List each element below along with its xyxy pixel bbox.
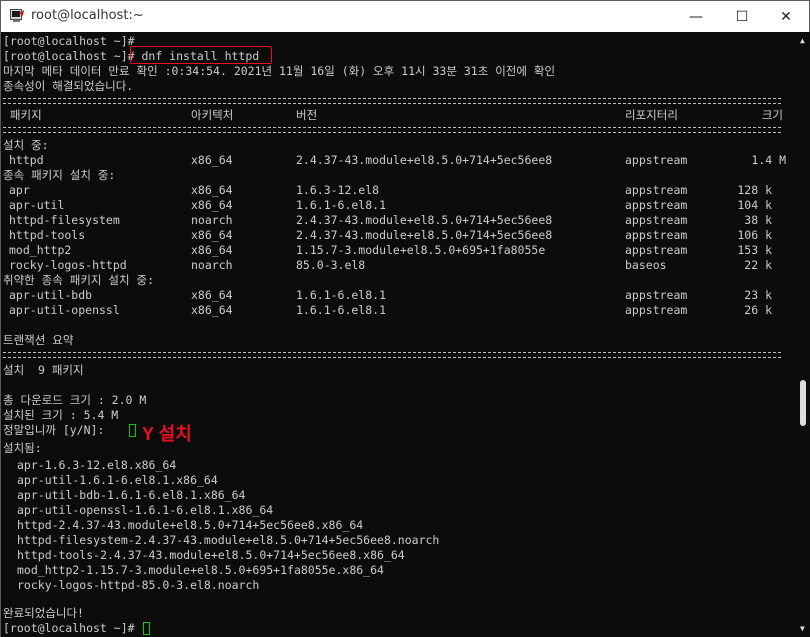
- header-repo: 리포지터리: [625, 108, 678, 122]
- package-version: 1.6.3-12.el8: [296, 183, 380, 197]
- summary-title: 트랜잭션 요약: [3, 333, 74, 347]
- package-name: apr-util-bdb: [9, 288, 93, 302]
- package-repo: appstream: [625, 288, 688, 302]
- resolved-line: 종속성이 해결되었습니다.: [3, 79, 134, 93]
- installed-item: mod_http2-1.15.7-3.module+el8.5.0+695+1f…: [17, 563, 384, 577]
- package-size: 22 k: [744, 258, 772, 272]
- package-name: rocky-logos-httpd: [9, 258, 127, 272]
- package-version: 1.6.1-6.el8.1: [296, 303, 387, 317]
- installed-item: httpd-filesystem-2.4.37-43.module+el8.5.…: [17, 533, 440, 547]
- package-version: 2.4.37-43.module+el8.5.0+714+5ec56ee8: [296, 228, 553, 242]
- prompt-text: [root@localhost ~]#: [3, 49, 135, 63]
- title-bar[interactable]: root@localhost:~ — ☐ ✕: [1, 1, 809, 32]
- installed-item: rocky-logos-httpd-85.0-3.el8.noarch: [17, 578, 260, 592]
- package-name: httpd-filesystem: [9, 213, 120, 227]
- header-package: 패키지: [3, 108, 42, 122]
- package-name: apr: [9, 183, 30, 197]
- close-button[interactable]: ✕: [763, 1, 809, 32]
- metadata-line: 마지막 메타 데이터 만료 확인 :0:34:54. 2021년 11월 16일…: [3, 64, 556, 78]
- summary-install-count: 설치 9 패키지: [3, 363, 84, 377]
- confirm-prompt: 정말입니까 [y/N]:: [3, 423, 105, 437]
- package-arch: x86_64: [191, 303, 233, 317]
- cursor: [143, 622, 150, 635]
- package-size: 38 k: [744, 213, 772, 227]
- package-version: 1.15.7-3.module+el8.5.0+695+1fa8055e: [296, 243, 546, 257]
- section-installing: 설치 중:: [3, 138, 49, 152]
- installed-title: 설치됨:: [3, 441, 42, 455]
- package-size: 153 k: [737, 243, 772, 257]
- package-name: httpd-tools: [9, 228, 86, 242]
- header-version: 버전: [296, 108, 318, 122]
- package-name: apr-util-openssl: [9, 303, 120, 317]
- command-highlight-box: [130, 46, 272, 64]
- package-repo: appstream: [625, 303, 688, 317]
- summary-installed-size: 설치된 크기 : 5.4 M: [3, 408, 119, 422]
- package-size: 106 k: [737, 228, 772, 242]
- close-icon: ✕: [780, 8, 792, 25]
- section-dependencies: 종속 패키지 설치 중:: [3, 168, 116, 182]
- scrollbar-thumb[interactable]: [800, 380, 806, 426]
- installed-item: apr-util-1.6.1-6.el8.1.x86_64: [17, 473, 218, 487]
- minimize-icon: —: [689, 8, 703, 25]
- package-repo: appstream: [625, 198, 688, 212]
- maximize-icon: ☐: [735, 8, 749, 25]
- package-size: 23 k: [744, 288, 772, 302]
- package-repo: appstream: [625, 153, 688, 167]
- maximize-button[interactable]: ☐: [719, 1, 765, 32]
- installed-item: httpd-tools-2.4.37-43.module+el8.5.0+714…: [17, 548, 405, 562]
- package-version: 2.4.37-43.module+el8.5.0+714+5ec56ee8: [296, 213, 553, 227]
- package-version: 1.6.1-6.el8.1: [296, 288, 387, 302]
- annotation-label: Y 설치: [142, 424, 192, 444]
- installed-item: httpd-2.4.37-43.module+el8.5.0+714+5ec56…: [17, 518, 364, 532]
- window-title: root@localhost:~: [31, 8, 144, 23]
- section-weak-dependencies: 취약한 종속 패키지 설치 중:: [3, 273, 154, 287]
- package-repo: appstream: [625, 228, 688, 242]
- putty-terminal-icon: [10, 9, 24, 22]
- installed-item: apr-util-openssl-1.6.1-6.el8.1.x86_64: [17, 503, 274, 517]
- package-arch: x86_64: [191, 183, 233, 197]
- package-size: 128 k: [737, 183, 772, 197]
- package-arch: x86_64: [191, 153, 233, 167]
- header-size: 크기: [761, 108, 783, 122]
- terminal-window: root@localhost:~ — ☐ ✕ [root@localhost ~…: [0, 0, 810, 637]
- cursor: [129, 424, 136, 437]
- minimize-button[interactable]: —: [673, 1, 719, 32]
- terminal-output[interactable]: [root@localhost ~]# [root@localhost ~]# …: [1, 32, 797, 637]
- package-arch: x86_64: [191, 288, 233, 302]
- scroll-up-icon[interactable]: ▲: [800, 36, 805, 45]
- package-arch: noarch: [191, 258, 233, 272]
- separator: [3, 352, 781, 358]
- prompt-line: [root@localhost ~]#: [3, 34, 135, 48]
- package-size: 26 k: [744, 303, 772, 317]
- package-repo: baseos: [625, 258, 667, 272]
- final-prompt: [root@localhost ~]#: [3, 621, 135, 635]
- package-arch: x86_64: [191, 243, 233, 257]
- vertical-scrollbar[interactable]: ▲ ▼: [797, 32, 810, 637]
- package-arch: x86_64: [191, 198, 233, 212]
- package-repo: appstream: [625, 243, 688, 257]
- package-name: httpd: [9, 153, 44, 167]
- separator: [3, 98, 781, 104]
- separator: [3, 127, 781, 133]
- package-name: mod_http2: [9, 243, 72, 257]
- installed-item: apr-util-bdb-1.6.1-6.el8.1.x86_64: [17, 488, 246, 502]
- package-size: 1.4 M: [751, 153, 786, 167]
- package-repo: appstream: [625, 213, 688, 227]
- package-arch: x86_64: [191, 228, 233, 242]
- package-arch: noarch: [191, 213, 233, 227]
- package-name: apr-util: [9, 198, 65, 212]
- summary-download-size: 총 다운로드 크기 : 2.0 M: [3, 393, 147, 407]
- package-version: 85.0-3.el8: [296, 258, 366, 272]
- package-version: 1.6.1-6.el8.1: [296, 198, 387, 212]
- complete-message: 완료되었습니다!: [3, 606, 84, 620]
- package-repo: appstream: [625, 183, 688, 197]
- scroll-down-icon[interactable]: ▼: [800, 624, 805, 633]
- package-size: 104 k: [737, 198, 772, 212]
- installed-item: apr-1.6.3-12.el8.x86_64: [17, 458, 177, 472]
- header-arch: 아키텍처: [191, 108, 234, 122]
- package-version: 2.4.37-43.module+el8.5.0+714+5ec56ee8: [296, 153, 553, 167]
